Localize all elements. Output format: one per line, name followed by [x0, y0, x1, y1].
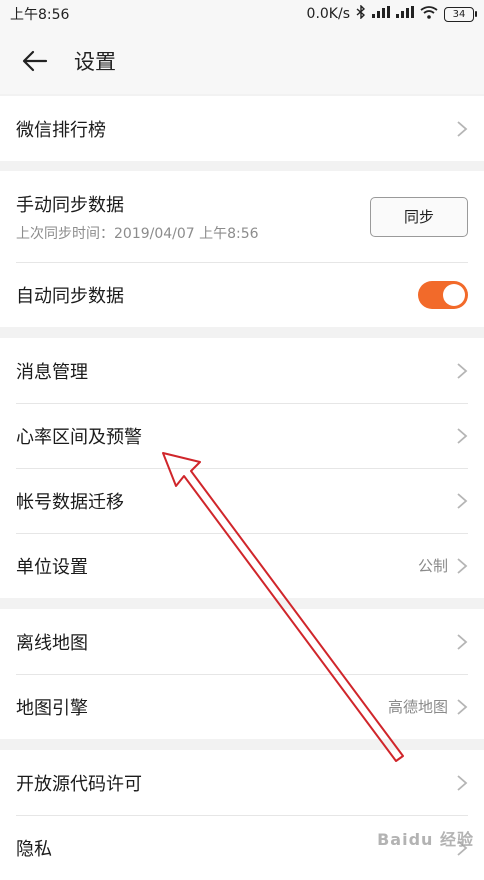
item-label: 地图引擎: [16, 697, 88, 719]
item-label: 心率区间及预警: [16, 426, 142, 448]
map-engine-item[interactable]: 地图引擎 高德地图: [0, 674, 484, 739]
item-label: 离线地图: [16, 632, 88, 654]
page-title: 设置: [74, 50, 116, 74]
chevron-right-icon: [456, 362, 468, 380]
chevron-right-icon: [456, 557, 468, 575]
section-general: 消息管理 心率区间及预警 帐号数据迁移 单位设置 公制: [0, 338, 484, 598]
last-sync-time: 上次同步时间：2019/04/07 上午8:56: [16, 225, 259, 242]
status-icons: 0.0K/s 34: [306, 4, 477, 23]
section-sync: 手动同步数据 上次同步时间：2019/04/07 上午8:56 同步 自动同步数…: [0, 171, 484, 327]
watermark: Baidu 经验: [377, 830, 474, 849]
back-arrow-icon: [22, 50, 48, 72]
item-value: 公制: [417, 557, 448, 575]
section-legal: 开放源代码许可 隐私: [0, 750, 484, 880]
item-value: 高德地图: [387, 698, 448, 716]
battery-icon: 34: [444, 6, 477, 22]
chevron-right-icon: [456, 492, 468, 510]
section-ranking: 微信排行榜: [0, 96, 484, 161]
toggle-knob: [443, 283, 465, 306]
network-speed: 0.0K/s: [306, 6, 350, 22]
message-management-item[interactable]: 消息管理: [0, 338, 484, 403]
chevron-right-icon: [456, 774, 468, 792]
status-time: 上午8:56: [10, 7, 70, 23]
chevron-right-icon: [456, 120, 468, 138]
wechat-ranking-item[interactable]: 微信排行榜: [0, 96, 484, 161]
app-bar: 设置: [0, 28, 484, 94]
back-button[interactable]: [0, 28, 70, 94]
signal-icon: [372, 6, 390, 22]
item-label: 开放源代码许可: [16, 773, 142, 795]
item-label: 微信排行榜: [16, 119, 106, 141]
manual-sync-item: 手动同步数据 上次同步时间：2019/04/07 上午8:56 同步: [0, 171, 484, 262]
signal-icon-2: [396, 6, 414, 22]
item-label: 自动同步数据: [16, 285, 124, 307]
open-source-license-item[interactable]: 开放源代码许可: [0, 750, 484, 815]
account-migration-item[interactable]: 帐号数据迁移: [0, 468, 484, 533]
auto-sync-toggle[interactable]: [418, 280, 468, 309]
unit-settings-item[interactable]: 单位设置 公制: [0, 533, 484, 598]
chevron-right-icon: [456, 633, 468, 651]
wifi-icon: [420, 5, 438, 23]
heart-rate-item[interactable]: 心率区间及预警: [0, 403, 484, 468]
item-label: 帐号数据迁移: [16, 491, 124, 513]
item-label: 单位设置: [16, 556, 88, 578]
chevron-right-icon: [456, 427, 468, 445]
section-maps: 离线地图 地图引擎 高德地图: [0, 609, 484, 739]
offline-map-item[interactable]: 离线地图: [0, 609, 484, 674]
bluetooth-icon: [356, 4, 366, 23]
status-bar: 上午8:56 0.0K/s 34: [0, 0, 484, 28]
chevron-right-icon: [456, 698, 468, 716]
auto-sync-item[interactable]: 自动同步数据: [0, 262, 484, 327]
sync-button[interactable]: 同步: [370, 196, 468, 237]
item-label: 手动同步数据: [16, 194, 124, 216]
item-label: 消息管理: [16, 361, 88, 383]
